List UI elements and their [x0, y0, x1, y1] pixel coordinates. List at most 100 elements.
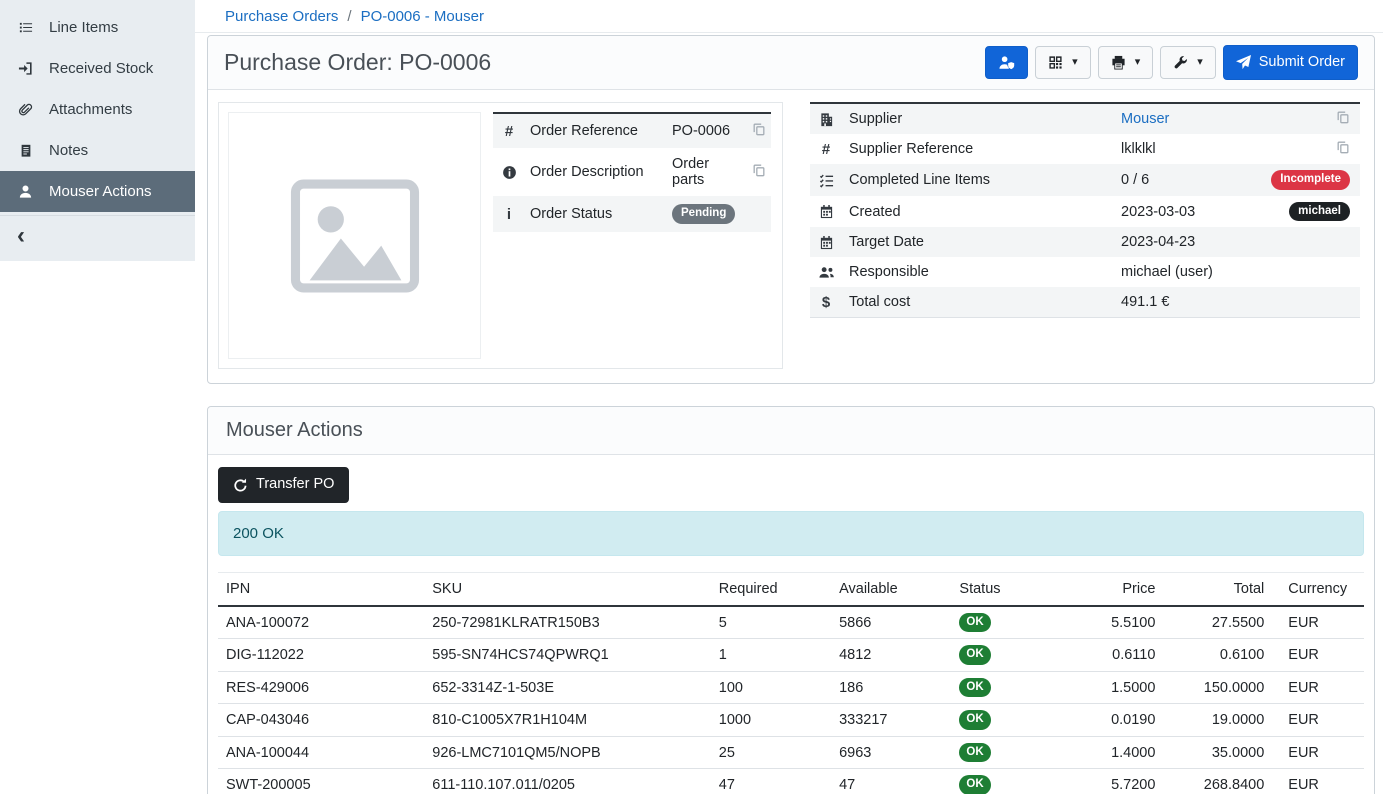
created-by-badge: michael: [1289, 202, 1350, 222]
purchase-order-card-header: Purchase Order: PO-0006 ▾: [208, 36, 1374, 90]
cell-price: 5.5100: [1072, 606, 1164, 639]
column-header-price[interactable]: Price: [1072, 572, 1164, 606]
column-header-available[interactable]: Available: [831, 572, 951, 606]
breadcrumb-separator: /: [347, 8, 351, 25]
cell-total: 35.0000: [1163, 736, 1272, 769]
breadcrumb-link-purchase-orders[interactable]: Purchase Orders: [225, 8, 338, 25]
detail-label: Order Status: [525, 196, 667, 232]
list-icon: [17, 20, 34, 35]
detail-value: 2023-03-03: [1114, 196, 1248, 228]
copy-icon[interactable]: [1336, 140, 1350, 158]
sidebar-item-label: Mouser Actions: [49, 183, 152, 200]
dollar-icon: $: [822, 294, 830, 311]
cell-available: 4812: [831, 639, 951, 672]
supplier-detail-table: Supplier Mouser # Supplier Reference lkl…: [810, 102, 1360, 318]
sidebar-item-label: Notes: [49, 142, 88, 159]
submit-order-label: Submit Order: [1259, 54, 1345, 71]
print-actions-dropdown[interactable]: ▾: [1098, 46, 1154, 79]
hash-icon: #: [822, 141, 830, 158]
cell-required: 1000: [711, 704, 831, 737]
sidebar-collapse-button[interactable]: ‹: [0, 215, 195, 261]
detail-value: 491.1 €: [1114, 287, 1248, 317]
cell-currency: EUR: [1272, 704, 1364, 737]
submit-order-button[interactable]: Submit Order: [1223, 45, 1358, 80]
paper-plane-icon: [1236, 55, 1251, 70]
column-header-sku[interactable]: SKU: [424, 572, 711, 606]
cell-sku: 611-110.107.011/0205: [424, 769, 711, 794]
sidebar-item-mouser-actions[interactable]: Mouser Actions: [0, 171, 195, 212]
caret-down-icon: ▾: [1072, 56, 1078, 69]
copy-icon[interactable]: [752, 122, 766, 136]
mouser-actions-body: Transfer PO 200 OK IPN SKU Required Avai…: [208, 455, 1374, 794]
detail-row-order-reference: # Order Reference PO-0006: [493, 113, 771, 148]
detail-row-total-cost: $ Total cost 491.1 €: [810, 287, 1360, 317]
panel-title: Mouser Actions: [224, 416, 365, 445]
column-header-total[interactable]: Total: [1163, 572, 1272, 606]
cell-ipn: CAP-043046: [218, 704, 424, 737]
cell-price: 1.5000: [1072, 671, 1164, 704]
detail-row-supplier-reference: # Supplier Reference lklklkl: [810, 134, 1360, 164]
copy-icon[interactable]: [752, 163, 766, 177]
status-ok-badge: OK: [959, 613, 990, 633]
sign-in-icon: [17, 61, 34, 76]
detail-row-created: Created 2023-03-03 michael: [810, 196, 1360, 228]
sidebar-item-line-items[interactable]: Line Items: [0, 7, 195, 48]
table-row: SWT-200005 611-110.107.011/0205 47 47 OK…: [218, 769, 1364, 794]
cell-ipn: SWT-200005: [218, 769, 424, 794]
table-row: ANA-100044 926-LMC7101QM5/NOPB 25 6963 O…: [218, 736, 1364, 769]
cell-ipn: ANA-100072: [218, 606, 424, 639]
sidebar-item-attachments[interactable]: Attachments: [0, 89, 195, 130]
issue-order-button[interactable]: [985, 46, 1028, 79]
caret-down-icon: ▾: [1135, 56, 1141, 69]
cell-total: 0.6100: [1163, 639, 1272, 672]
detail-value: lklklkl: [1114, 134, 1248, 164]
column-header-ipn[interactable]: IPN: [218, 572, 424, 606]
table-row: ANA-100072 250-72981KLRATR150B3 5 5866 O…: [218, 606, 1364, 639]
printer-icon: [1111, 55, 1126, 70]
detail-value: PO-0006: [667, 113, 745, 148]
mouser-actions-card: Mouser Actions Transfer PO 200 OK IPN SK…: [207, 406, 1375, 794]
cell-total: 27.5500: [1163, 606, 1272, 639]
sidebar-item-received-stock[interactable]: Received Stock: [0, 48, 195, 89]
order-actions-dropdown[interactable]: ▾: [1160, 46, 1216, 79]
caret-down-icon: ▾: [1197, 56, 1203, 69]
breadcrumb-link-current-order[interactable]: PO-0006 - Mouser: [361, 8, 484, 25]
cell-price: 0.6110: [1072, 639, 1164, 672]
table-row: DIG-112022 595-SN74HCS74QPWRQ1 1 4812 OK…: [218, 639, 1364, 672]
detail-row-responsible: Responsible michael (user): [810, 257, 1360, 287]
detail-row-order-status: i Order Status Pending: [493, 196, 771, 232]
table-row: CAP-043046 810-C1005X7R1H104M 1000 33321…: [218, 704, 1364, 737]
detail-label: Target Date: [842, 227, 1114, 257]
copy-icon[interactable]: [1336, 110, 1350, 128]
notes-icon: [17, 143, 34, 158]
order-image-placeholder[interactable]: [228, 112, 481, 359]
sidebar-item-label: Line Items: [49, 19, 118, 36]
cell-available: 333217: [831, 704, 951, 737]
sidebar-item-label: Received Stock: [49, 60, 153, 77]
column-header-currency[interactable]: Currency: [1272, 572, 1364, 606]
building-icon: [817, 112, 835, 127]
sidebar-item-notes[interactable]: Notes: [0, 130, 195, 171]
supplier-link[interactable]: Mouser: [1121, 111, 1169, 127]
cell-total: 19.0000: [1163, 704, 1272, 737]
cell-currency: EUR: [1272, 671, 1364, 704]
detail-row-target-date: Target Date 2023-04-23: [810, 227, 1360, 257]
cell-available: 47: [831, 769, 951, 794]
cell-currency: EUR: [1272, 736, 1364, 769]
main-content: Purchase Orders / PO-0006 - Mouser Purch…: [195, 0, 1383, 794]
transfer-po-button[interactable]: Transfer PO: [218, 467, 349, 502]
cell-available: 6963: [831, 736, 951, 769]
transfer-po-label: Transfer PO: [256, 476, 334, 493]
cell-required: 1: [711, 639, 831, 672]
breadcrumb: Purchase Orders / PO-0006 - Mouser: [195, 0, 1383, 33]
column-header-required[interactable]: Required: [711, 572, 831, 606]
user-shield-icon: [998, 55, 1015, 70]
image-placeholder-icon: [289, 178, 421, 294]
line-items-table-header: IPN SKU Required Available Status Price …: [218, 572, 1364, 606]
detail-label: Responsible: [842, 257, 1114, 287]
sidebar: Line Items Received Stock Attachments No…: [0, 0, 195, 261]
cell-currency: EUR: [1272, 606, 1364, 639]
info-icon: i: [507, 206, 511, 223]
column-header-status[interactable]: Status: [951, 572, 1071, 606]
barcode-actions-dropdown[interactable]: ▾: [1035, 46, 1091, 79]
